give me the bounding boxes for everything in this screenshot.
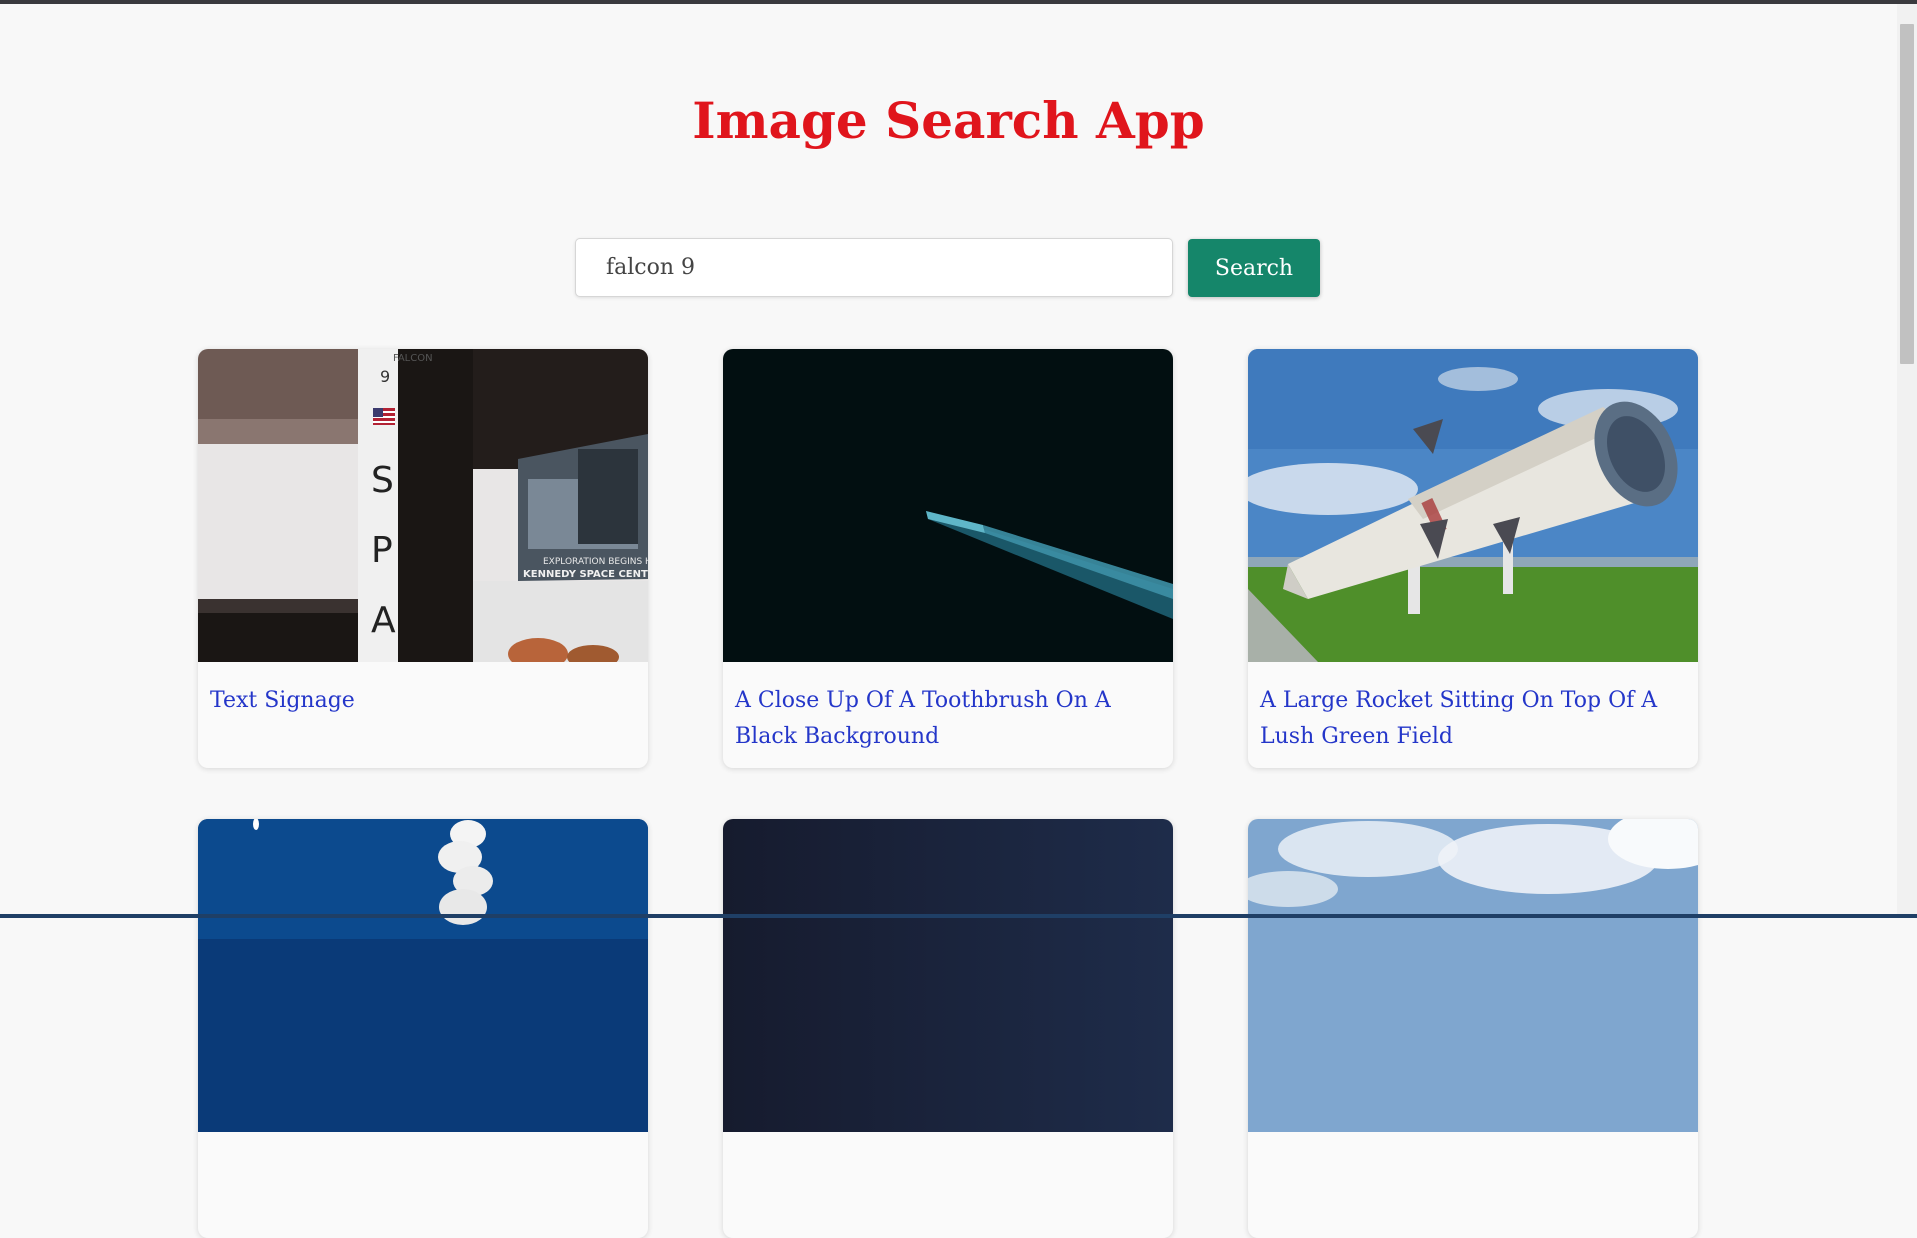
result-image-falcon-9-signage[interactable]: EXPLORATION BEGINS HERE KENNEDY SPACE CE… (198, 349, 648, 662)
result-card: A Large Rocket Sitting On Top Of A Lush … (1248, 349, 1698, 768)
falcon-label-text: FALCON (393, 353, 433, 364)
result-card: EXPLORATION BEGINS HERE KENNEDY SPACE CE… (198, 349, 648, 768)
scrollbar-thumb[interactable] (1900, 24, 1914, 364)
us-flag-icon (373, 408, 395, 425)
result-image-rocket-launch-smoke[interactable] (198, 819, 648, 1132)
poster-text-line-1: EXPLORATION BEGINS HERE (543, 557, 648, 567)
result-caption-link[interactable] (198, 1132, 648, 1238)
vertical-scrollbar[interactable] (1897, 4, 1917, 914)
browser-bottom-strip (0, 914, 1917, 918)
page-title: Image Search App (692, 91, 1205, 150)
result-caption-link[interactable]: A Close Up Of A Toothbrush On A Black Ba… (723, 662, 1173, 768)
result-card (1248, 819, 1698, 1238)
result-image-rocket-on-field[interactable] (1248, 349, 1698, 662)
result-caption-link[interactable] (723, 1132, 1173, 1238)
search-button[interactable]: Search (1188, 239, 1320, 297)
browser-top-strip (0, 0, 1917, 4)
result-card: A Close Up Of A Toothbrush On A Black Ba… (723, 349, 1173, 768)
rocket-letter-s: S (371, 460, 394, 501)
poster-text-line-2: KENNEDY SPACE CENTER (523, 569, 648, 580)
result-caption-link[interactable]: Text Signage (198, 662, 648, 768)
rocket-letter-a: A (371, 600, 396, 641)
result-caption-link[interactable]: A Large Rocket Sitting On Top Of A Lush … (1248, 662, 1698, 768)
rocket-letter-p: P (371, 530, 393, 571)
result-image-rocket-streak[interactable] (723, 349, 1173, 662)
result-card (723, 819, 1173, 1238)
result-caption-link[interactable] (1248, 1132, 1698, 1238)
search-input[interactable] (575, 238, 1173, 297)
result-image-dark-gradient[interactable] (723, 819, 1173, 1132)
result-image-cloudy-sky[interactable] (1248, 819, 1698, 1132)
falcon-number-text: 9 (380, 367, 390, 386)
result-card (198, 819, 648, 1238)
